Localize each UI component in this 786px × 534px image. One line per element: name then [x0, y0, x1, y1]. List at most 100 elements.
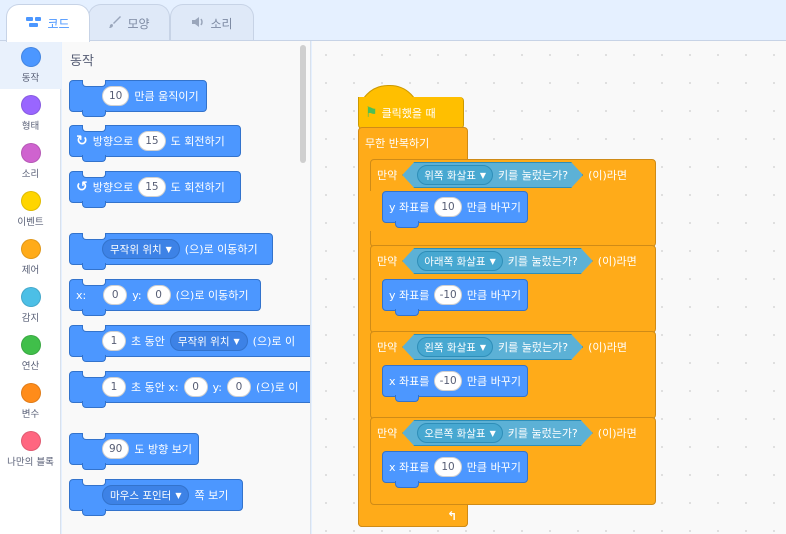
category-label: 형태 [21, 121, 40, 132]
category-variables[interactable]: 변수 [0, 377, 61, 425]
category-sensing[interactable]: 감지 [0, 281, 61, 329]
turn-left-degrees-input[interactable]: 15 [138, 177, 166, 197]
change-y-input[interactable]: -10 [434, 285, 462, 305]
category-events[interactable]: 이벤트 [0, 185, 61, 233]
point-direction-block[interactable]: 90 도 방향 보기 [69, 433, 199, 470]
change-x-input[interactable]: 10 [434, 457, 462, 477]
chevron-down-icon: ▼ [479, 170, 487, 180]
glide-xy-secs-input[interactable]: 1 [102, 377, 126, 397]
key-dropdown[interactable]: 왼쪽 화살표 ▼ [417, 337, 493, 357]
point-towards-dropdown[interactable]: 마우스 포인터 ▼ [102, 485, 190, 505]
point-towards-block[interactable]: 마우스 포인터 ▼ 쪽 보기 [69, 479, 243, 516]
key-dropdown[interactable]: 위쪽 화살표 ▼ [417, 165, 493, 185]
glide-target-dropdown[interactable]: 무작위 위치 ▼ [169, 331, 248, 351]
editor-tabs: 코드 모양 소리 [0, 0, 786, 42]
block-palette: 동작 10 만큼 움직이기 ↻ 방향으로 15 도 회전하기 ↺ 방향으로 15… [62, 41, 311, 534]
rotate-left-icon: ↺ [76, 179, 88, 195]
if-label: 만약 [377, 427, 398, 440]
block-text: 초 동안 x: [131, 381, 179, 394]
change-x-block[interactable]: x 좌표를 10 만큼 바꾸기 [382, 451, 528, 488]
category-operators[interactable]: 연산 [0, 329, 61, 377]
category-label: 연산 [21, 361, 40, 372]
chevron-down-icon: ▼ [489, 256, 496, 266]
dropdown-value: 무작위 위치 [177, 335, 230, 348]
tab-costumes-label: 모양 [127, 16, 150, 31]
tab-sounds-label: 소리 [210, 16, 233, 31]
goto-target-dropdown[interactable]: 무작위 위치 ▼ [102, 239, 180, 259]
tab-code[interactable]: 코드 [6, 4, 90, 42]
palette-scrollbar[interactable] [300, 45, 306, 163]
key-pressed-block[interactable]: 왼쪽 화살표 ▼ 키를 눌렀는가? [402, 334, 583, 360]
block-text: 만큼 움직이기 [134, 90, 199, 103]
category-label: 소리 [21, 169, 40, 180]
key-suffix: 키를 눌렀는가? [507, 255, 578, 268]
glide-y-input[interactable]: 0 [227, 377, 251, 397]
script-workspace[interactable]: ⚑ 클릭했을 때 무한 반복하기 ↰ 만약 위쪽 화살표 ▼ 키를 눌렀는가? [312, 41, 786, 534]
move-steps-block[interactable]: 10 만큼 움직이기 [69, 80, 207, 117]
category-motion[interactable]: 동작 [0, 41, 61, 89]
change-y-block[interactable]: y 좌표를 -10 만큼 바꾸기 [382, 279, 528, 316]
then-label: (이)라면 [597, 427, 637, 440]
category-label: 제어 [21, 265, 40, 276]
glide-secs-input[interactable]: 1 [102, 331, 126, 351]
block-text: (으)로 이동하기 [184, 243, 258, 256]
speaker-icon [191, 16, 205, 31]
category-looks[interactable]: 형태 [0, 89, 61, 137]
key-pressed-block[interactable]: 오른쪽 화살표 ▼ 키를 눌렀는가? [402, 420, 593, 446]
category-label: 감지 [21, 313, 40, 324]
block-text: 만큼 바꾸기 [466, 289, 521, 302]
if-label: 만약 [377, 169, 398, 182]
tab-costumes[interactable]: 모양 [88, 4, 170, 41]
green-flag-icon: ⚑ [365, 104, 378, 121]
key-dropdown[interactable]: 오른쪽 화살표 ▼ [417, 423, 502, 443]
category-sound[interactable]: 소리 [0, 137, 61, 185]
key-dropdown[interactable]: 아래쪽 화살표 ▼ [417, 251, 502, 271]
key-suffix: 키를 눌렀는가? [498, 169, 569, 182]
chevron-down-icon: ▼ [233, 336, 240, 346]
then-label: (이)라면 [588, 341, 628, 354]
block-text: y 좌표를 [389, 201, 430, 214]
loop-arrow-icon: ↰ [447, 509, 458, 523]
turn-left-block[interactable]: ↺ 방향으로 15 도 회전하기 [69, 171, 241, 208]
category-label: 동작 [21, 73, 40, 84]
category-my-blocks[interactable]: 나만의 블록 [0, 425, 61, 473]
tab-sounds[interactable]: 소리 [170, 4, 254, 41]
direction-input[interactable]: 90 [102, 439, 130, 459]
glide-xy-block[interactable]: 1 초 동안 x: 0 y: 0 (으)로 이 [69, 371, 310, 408]
tab-code-label: 코드 [47, 17, 70, 31]
sensing-color-dot [20, 287, 41, 307]
move-steps-input[interactable]: 10 [102, 86, 130, 106]
then-label: (이)라면 [597, 255, 637, 268]
turn-right-block[interactable]: ↻ 방향으로 15 도 회전하기 [69, 125, 241, 162]
block-text: y: [212, 380, 222, 394]
change-x-input[interactable]: -10 [434, 371, 462, 391]
chevron-down-icon: ▼ [165, 244, 172, 254]
goto-block[interactable]: 무작위 위치 ▼ (으)로 이동하기 [69, 233, 273, 270]
category-control[interactable]: 제어 [0, 233, 61, 281]
forever-label: 무한 반복하기 [365, 137, 430, 150]
goto-y-input[interactable]: 0 [146, 285, 171, 305]
change-x-block[interactable]: x 좌표를 -10 만큼 바꾸기 [382, 365, 528, 402]
goto-xy-block[interactable]: x: 0 y: 0 (으)로 이동하기 [69, 279, 261, 316]
turn-right-degrees-input[interactable]: 15 [138, 131, 166, 151]
glide-x-input[interactable]: 0 [183, 377, 208, 397]
change-y-input[interactable]: 10 [434, 197, 462, 217]
hat-label: 클릭했을 때 [381, 106, 436, 120]
glide-to-block[interactable]: 1 초 동안 무작위 위치 ▼ (으)로 이 [69, 325, 310, 362]
block-text: y: [132, 288, 142, 302]
change-y-block[interactable]: y 좌표를 10 만큼 바꾸기 [382, 191, 528, 228]
when-flag-clicked-block[interactable]: ⚑ 클릭했을 때 [358, 97, 464, 129]
if-arm [370, 191, 382, 231]
key-pressed-block[interactable]: 위쪽 화살표 ▼ 키를 눌렀는가? [402, 162, 583, 188]
block-text: (으)로 이동하기 [175, 289, 249, 302]
control-color-dot [20, 239, 41, 259]
brush-icon [108, 15, 122, 32]
goto-x-input[interactable]: 0 [103, 285, 128, 305]
block-text: 만큼 바꾸기 [466, 375, 521, 388]
dropdown-value: 오른쪽 화살표 [424, 427, 486, 440]
key-pressed-block[interactable]: 아래쪽 화살표 ▼ 키를 눌렀는가? [402, 248, 593, 274]
events-color-dot [20, 191, 41, 211]
operators-color-dot [20, 335, 41, 355]
dropdown-value: 아래쪽 화살표 [424, 255, 486, 268]
category-label: 나만의 블록 [7, 457, 54, 468]
